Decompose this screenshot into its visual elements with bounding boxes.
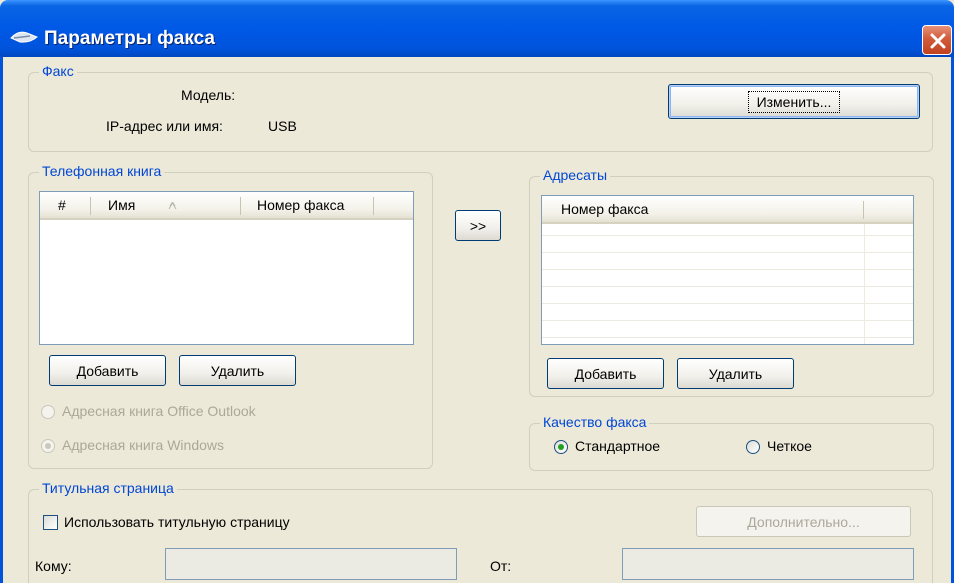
recipients-group-legend: Адресаты [540,167,611,183]
from-label: От: [490,558,512,574]
phonebook-add-label: Добавить [76,362,139,379]
use-cover-page-checkbox[interactable] [43,515,58,530]
column-header-name[interactable]: Имя [108,197,135,213]
fax-quality-group-legend: Качество факса [540,414,650,430]
column-header-fax-number[interactable]: Номер факса [257,197,344,213]
recipients-list[interactable]: Номер факса [541,195,914,345]
phonebook-delete-label: Удалить [210,362,265,379]
window-title: Параметры факса [44,28,215,49]
grid-line [542,286,913,287]
fax-group-legend: Факс [39,63,77,79]
advanced-button-label: Дополнительно... [747,513,860,530]
radio-windows-addressbook[interactable] [41,439,55,453]
from-field[interactable] [622,548,914,580]
phonebook-delete-button[interactable]: Удалить [179,355,296,386]
phonebook-group-legend: Телефонная книга [39,163,165,179]
quality-standard-label: Стандартное [575,438,661,454]
column-separator[interactable] [240,197,241,215]
model-label: Модель: [181,87,236,103]
phonebook-list-header: # Имя Номер факса [40,192,413,220]
advanced-button[interactable]: Дополнительно... [696,506,911,537]
column-header-fax-number[interactable]: Номер факса [561,201,648,217]
cover-page-group-legend: Титульная страница [39,480,177,496]
add-to-recipients-label: >> [469,217,487,234]
change-button-label: Изменить... [747,90,841,113]
change-button[interactable]: Изменить... [668,84,920,119]
close-icon [930,33,946,49]
grid-line [542,269,913,270]
to-label: Кому: [35,558,72,574]
grid-line [542,252,913,253]
grid-line [542,303,913,304]
grid-line [542,235,913,236]
recipients-delete-button[interactable]: Удалить [677,358,794,389]
ip-label: IP-адрес или имя: [106,118,223,134]
recipients-add-button[interactable]: Добавить [547,358,664,389]
radio-outlook-addressbook[interactable] [41,405,55,419]
to-field[interactable] [165,548,457,580]
title-bar[interactable]: Параметры факса [0,0,954,57]
add-to-recipients-button[interactable]: >> [455,210,501,241]
radio-quality-fine[interactable] [746,440,760,454]
column-separator[interactable] [90,197,91,215]
outlook-addressbook-label: Адресная книга Office Outlook [62,403,256,419]
grid-line [542,337,913,338]
column-separator[interactable] [373,197,374,215]
column-header-number[interactable]: # [58,197,66,213]
ip-value: USB [268,118,297,134]
recipients-list-header: Номер факса [542,196,913,224]
windows-addressbook-label: Адресная книга Windows [62,437,225,453]
column-separator[interactable] [863,201,864,219]
fax-icon [10,31,38,43]
phonebook-add-button[interactable]: Добавить [49,355,166,386]
close-button[interactable] [922,25,952,55]
recipients-add-label: Добавить [574,365,637,382]
recipients-delete-label: Удалить [708,365,763,382]
sort-ascending-icon [168,202,177,210]
grid-line [864,224,865,344]
radio-quality-standard[interactable] [554,440,568,454]
grid-line [542,320,913,321]
phonebook-list[interactable]: # Имя Номер факса [39,191,414,345]
quality-fine-label: Четкое [767,438,812,454]
use-cover-page-label: Использовать титульную страницу [64,514,290,530]
